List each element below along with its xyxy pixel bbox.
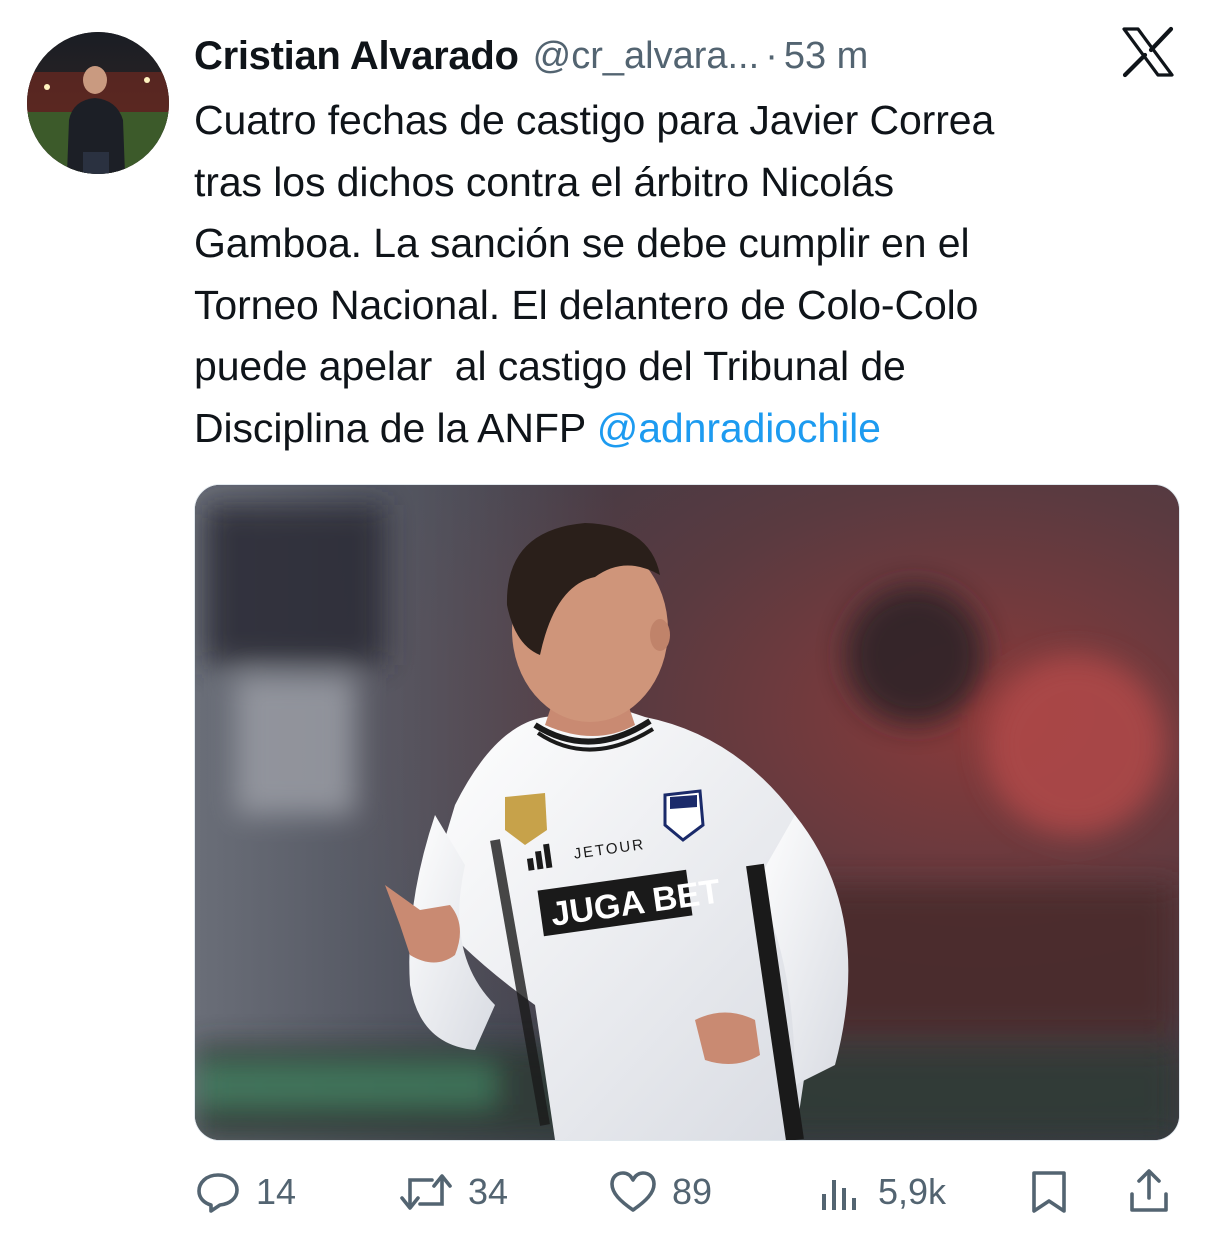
repost-count: 34 <box>468 1171 509 1212</box>
author-name[interactable]: Cristian Alvarado <box>194 34 519 79</box>
views-count: 5,9k <box>878 1171 947 1212</box>
tweet-header: Cristian Alvarado @cr_alvara... · 53 m <box>194 30 868 82</box>
repost-icon <box>400 1174 452 1210</box>
views-button[interactable]: 5,9k <box>818 1160 946 1224</box>
like-count: 89 <box>672 1171 713 1212</box>
author-handle[interactable]: @cr_alvara... <box>533 35 760 78</box>
bookmark-button[interactable] <box>1026 1160 1072 1224</box>
reply-icon <box>197 1173 239 1213</box>
tweet-action-bar: 14 34 89 5,9k <box>194 1160 1178 1224</box>
tweet-photo[interactable]: JUGA BET JETOUR <box>194 484 1180 1141</box>
x-logo-icon[interactable] <box>1118 26 1178 78</box>
bookmark-icon <box>1032 1171 1066 1213</box>
share-button[interactable] <box>1126 1160 1172 1224</box>
like-button[interactable]: 89 <box>608 1160 712 1224</box>
reply-button[interactable]: 14 <box>194 1160 296 1224</box>
views-icon <box>822 1180 856 1210</box>
like-icon <box>610 1171 656 1212</box>
share-icon <box>1130 1169 1168 1212</box>
separator-dot: · <box>765 34 778 77</box>
tweet-text: Cuatro fechas de castigo para Javier Cor… <box>194 90 1154 459</box>
tweet-timestamp[interactable]: 53 m <box>784 35 868 78</box>
reply-count: 14 <box>256 1171 297 1212</box>
tweet-body: Cuatro fechas de castigo para Javier Cor… <box>194 97 995 451</box>
author-avatar[interactable] <box>27 32 169 174</box>
mention-link[interactable]: @adnradiochile <box>597 405 881 451</box>
repost-button[interactable]: 34 <box>398 1160 508 1224</box>
